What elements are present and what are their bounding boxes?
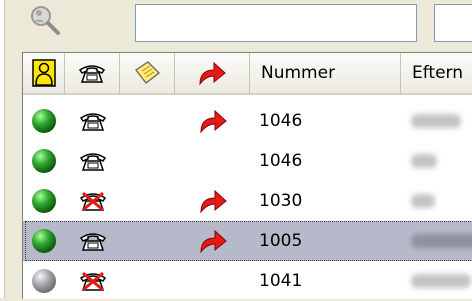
- phone-icon: [65, 101, 120, 141]
- phone-icon: [78, 65, 106, 83]
- forward-arrow-icon: [175, 221, 250, 261]
- search-input[interactable]: [135, 4, 417, 42]
- phone-unavailable-icon: [65, 181, 120, 221]
- table-row[interactable]: 1046: [23, 101, 472, 141]
- col-status-header[interactable]: [23, 53, 65, 95]
- col-forward-header[interactable]: [175, 53, 250, 95]
- table-row[interactable]: 1046: [23, 141, 472, 181]
- forward-arrow-icon: [175, 181, 250, 221]
- row-number: 1046: [259, 111, 303, 131]
- phone-icon: [65, 221, 120, 261]
- col-note-header[interactable]: [120, 53, 175, 95]
- phone-unavailable-icon: [65, 261, 120, 301]
- table-row[interactable]: 1030: [23, 181, 472, 221]
- table-row[interactable]: 1041: [23, 261, 472, 301]
- table-row-selected[interactable]: 1005: [23, 221, 472, 261]
- row-number: 1046: [259, 151, 303, 171]
- search-people-icon[interactable]: [27, 2, 67, 36]
- contacts-grid: Nummer Eftern 1046 1046 1030 1005 1041: [22, 52, 472, 299]
- phone-icon: [65, 141, 120, 181]
- status-offline-icon: [23, 261, 65, 301]
- redacted-lastname: [411, 234, 472, 248]
- status-available-icon: [23, 101, 65, 141]
- status-available-icon: [23, 181, 65, 221]
- row-number: 1041: [259, 271, 303, 291]
- redacted-lastname: [411, 114, 461, 128]
- note-icon: [135, 61, 160, 84]
- status-available-icon: [23, 141, 65, 181]
- row-number: 1030: [259, 191, 303, 211]
- person-icon: [31, 59, 56, 87]
- col-number-label: Nummer: [261, 63, 336, 83]
- filter-input[interactable]: [434, 4, 472, 42]
- row-number: 1005: [259, 231, 303, 251]
- forward-arrow-icon: [199, 61, 226, 86]
- col-phone-header[interactable]: [65, 53, 120, 95]
- col-lastname-header[interactable]: Eftern: [401, 53, 472, 95]
- toolbar: [5, 0, 472, 52]
- col-lastname-label: Eftern: [412, 63, 464, 83]
- status-available-icon: [23, 221, 65, 261]
- redacted-lastname: [411, 194, 435, 208]
- forward-arrow-icon: [175, 101, 250, 141]
- grid-header: Nummer Eftern: [23, 53, 472, 95]
- col-number-header[interactable]: Nummer: [250, 53, 401, 95]
- redacted-lastname: [411, 274, 471, 288]
- redacted-lastname: [411, 154, 437, 168]
